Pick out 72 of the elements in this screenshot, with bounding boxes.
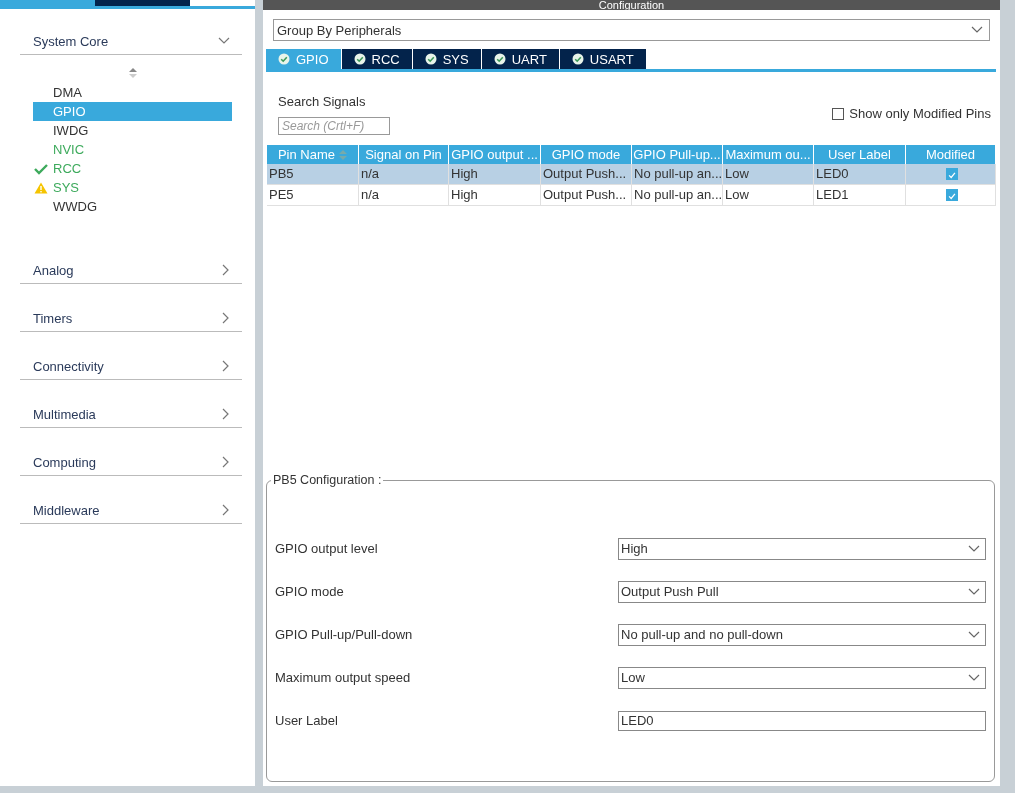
chevron-down-icon: [218, 37, 230, 45]
check-circle-icon: [353, 53, 366, 65]
table-cell: n/a: [359, 164, 449, 184]
chevron-down-icon: [968, 630, 980, 639]
search-label: Search Signals: [278, 94, 367, 109]
field-label: Maximum output speed: [275, 670, 411, 685]
field-label: GPIO output level: [275, 541, 378, 556]
field-label: GPIO mode: [275, 584, 344, 599]
table-cell: High: [449, 164, 541, 184]
group-title: PB5 Configuration :: [271, 473, 384, 487]
category-header[interactable]: Multimedia: [20, 394, 242, 428]
category-header[interactable]: Timers: [20, 298, 242, 332]
peripheral-tab[interactable]: SYS: [412, 49, 481, 69]
table-cell: No pull-up an...: [632, 164, 723, 184]
check-circle-icon: [571, 53, 584, 65]
chevron-down-icon: [968, 544, 980, 553]
chevron-right-icon: [222, 408, 230, 420]
table-cell: Output Push...: [541, 185, 632, 205]
warning-icon: [34, 182, 48, 194]
table-cell: Output Push...: [541, 164, 632, 184]
sort-icon[interactable]: [127, 67, 138, 79]
chevron-right-icon: [222, 504, 230, 516]
table-cell: Low: [723, 164, 814, 184]
search-field[interactable]: Search (Crtl+F): [278, 117, 390, 135]
chevron-down-icon: [968, 673, 980, 682]
peripheral-tab[interactable]: RCC: [341, 49, 412, 69]
chevron-down-icon: [968, 587, 980, 596]
select-field[interactable]: Output Push Pull: [618, 580, 986, 603]
peripheral-item[interactable]: WWDG: [33, 197, 232, 216]
scrollbar[interactable]: [1000, 0, 1015, 786]
check-circle-icon: [493, 53, 506, 65]
sidebar-tab[interactable]: [0, 0, 95, 6]
table-cell: PB5: [267, 164, 359, 184]
peripheral-tab[interactable]: UART: [481, 49, 559, 69]
input-field[interactable]: LED0: [618, 710, 986, 731]
table-cell: LED1: [814, 185, 906, 205]
select-field[interactable]: Low: [618, 666, 986, 689]
peripheral-item[interactable]: DMA: [33, 83, 232, 102]
category-header[interactable]: System Core: [20, 21, 242, 55]
field-label: User Label: [275, 713, 338, 728]
select-field[interactable]: No pull-up and no pull-down: [618, 623, 986, 646]
check-circle-icon: [424, 53, 437, 65]
table-cell: LED0: [814, 164, 906, 184]
check-circle-icon: [278, 53, 290, 65]
peripheral-item[interactable]: IWDG: [33, 121, 232, 140]
table-row[interactable]: PE5 n/a High Output Push... No pull-up an... Low LED1: [267, 185, 996, 206]
table-row[interactable]: PB5 n/a High Output Push... No pull-up an... Low LED0: [267, 164, 996, 185]
peripheral-tab[interactable]: USART: [559, 49, 646, 69]
modified-checkbox[interactable]: [945, 168, 958, 180]
select-field[interactable]: High: [618, 537, 986, 560]
table-cell: PE5: [267, 185, 359, 205]
table-cell: n/a: [359, 185, 449, 205]
modified-checkbox[interactable]: [945, 189, 958, 201]
chevron-down-icon: [971, 26, 983, 34]
field-label: GPIO Pull-up/Pull-down: [275, 627, 413, 642]
show-modified-checkbox[interactable]: Show only Modified Pins: [832, 106, 991, 121]
category-header[interactable]: Computing: [20, 442, 242, 476]
table-cell: High: [449, 185, 541, 205]
table-cell: No pull-up an...: [632, 185, 723, 205]
chevron-right-icon: [222, 264, 230, 276]
group-by-dropdown[interactable]: Group By Peripherals: [273, 19, 990, 41]
scrollbar[interactable]: [255, 0, 263, 786]
chevron-right-icon: [222, 456, 230, 468]
checkmark-icon: [34, 163, 48, 175]
chevron-right-icon: [222, 360, 230, 372]
chevron-right-icon: [222, 312, 230, 324]
panel-title: Configuration: [263, 0, 1000, 10]
category-header[interactable]: Connectivity: [20, 346, 242, 380]
category-header[interactable]: Middleware: [20, 490, 242, 524]
table-cell: Low: [723, 185, 814, 205]
sidebar-tab[interactable]: [95, 0, 190, 6]
category-header[interactable]: Analog: [20, 250, 242, 284]
